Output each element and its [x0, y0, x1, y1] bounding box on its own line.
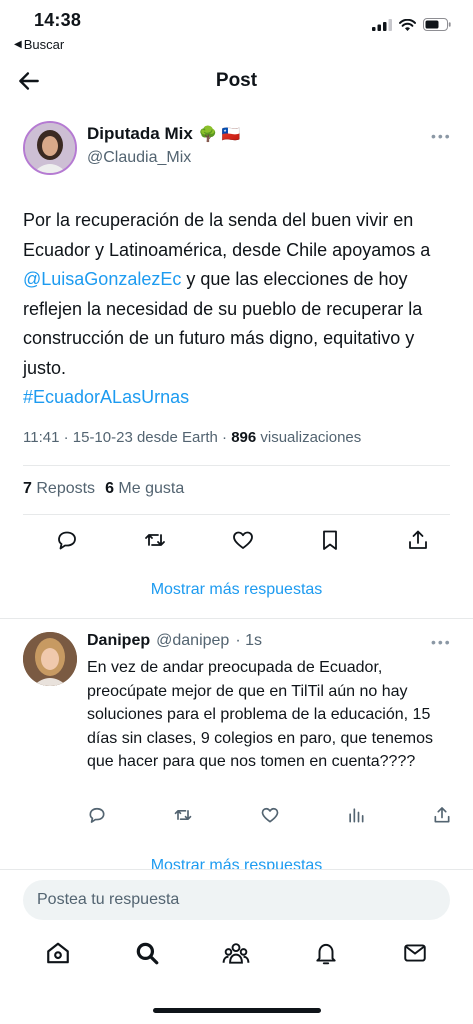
messages-icon[interactable] [402, 940, 428, 966]
home-indicator [153, 1008, 321, 1013]
bookmark-icon[interactable] [318, 528, 342, 552]
views-count: 896 [231, 429, 257, 446]
reply-more-options-icon[interactable]: ••• [431, 634, 452, 650]
reposts-label: Reposts [36, 480, 96, 497]
repost-icon[interactable] [143, 528, 167, 552]
battery-icon [423, 18, 451, 31]
reply-header: Danipep @danipep · 1s [87, 632, 262, 650]
divider [23, 465, 450, 466]
post-text-part1: Por la recuperación de la senda del buen… [23, 210, 431, 260]
reply-views-icon[interactable] [346, 805, 366, 825]
divider [23, 514, 450, 515]
hashtag-link[interactable]: #EcuadorALasUrnas [23, 387, 189, 407]
likes-count: 6 [105, 480, 114, 497]
notifications-icon[interactable] [313, 940, 339, 966]
likes-stat[interactable]: 6 Me gusta [105, 480, 184, 498]
show-more-replies-link-2[interactable]: Mostrar más respuestas [0, 857, 473, 869]
page-title: Post [215, 70, 258, 91]
share-icon[interactable] [406, 528, 430, 552]
post-text: Por la recuperación de la senda del buen… [23, 206, 453, 413]
reply-text: En vez de andar preocupada de Ecuador, p… [87, 659, 433, 771]
reply-avatar-image [23, 632, 77, 686]
communities-icon[interactable] [222, 940, 250, 966]
reply-repost-icon[interactable] [173, 805, 193, 825]
cellular-signal-icon [372, 18, 392, 31]
section-separator [0, 618, 473, 619]
bottom-tab-bar [0, 940, 473, 966]
author-avatar-image [25, 123, 75, 173]
reply-share-icon[interactable] [432, 805, 452, 825]
author-name: Diputada Mix [87, 124, 193, 143]
post-actions [23, 528, 450, 552]
reply-like-icon[interactable] [260, 805, 280, 825]
views-label: visualizaciones [256, 429, 362, 446]
like-icon[interactable] [231, 528, 255, 552]
home-icon[interactable] [45, 940, 71, 966]
back-to-search-label: Buscar [23, 37, 65, 52]
author-handle[interactable]: @Claudia_Mix [87, 149, 191, 167]
author-name-row[interactable]: Diputada Mix 🌳 🇨🇱 [87, 124, 240, 144]
author-avatar[interactable] [23, 121, 77, 175]
back-to-search-link[interactable]: ◀ Buscar [14, 37, 64, 52]
reply-comment-icon[interactable] [87, 805, 107, 825]
post-timestamp: 11:41 · 15-10-23 desde Earth · [23, 429, 232, 446]
composer-separator [0, 869, 473, 870]
author-emojis: 🌳 🇨🇱 [198, 126, 241, 143]
back-triangle-icon: ◀ [14, 39, 22, 50]
reply-author-avatar[interactable] [23, 632, 77, 686]
show-more-replies-label-2: Mostrar más respuestas [150, 857, 323, 869]
mention-link[interactable]: @LuisaGonzalezEc [23, 269, 181, 289]
reply-composer-input[interactable]: Postea tu respuesta [23, 880, 450, 920]
status-time: 14:38 [34, 10, 82, 30]
status-icons [372, 18, 451, 31]
search-icon[interactable] [134, 940, 160, 966]
more-options-icon[interactable]: ••• [431, 128, 452, 144]
show-more-replies-link[interactable]: Mostrar más respuestas [0, 581, 473, 599]
reposts-stat[interactable]: 7 Reposts [23, 480, 95, 498]
reply-actions [87, 805, 452, 825]
reply-author-name[interactable]: Danipep [87, 632, 150, 650]
reply-composer-placeholder: Postea tu respuesta [37, 891, 180, 908]
reply-author-handle[interactable]: @danipep [156, 632, 229, 650]
reposts-count: 7 [23, 480, 32, 497]
post-stats: 7 Reposts 6 Me gusta [23, 480, 184, 498]
post-metadata: 11:41 · 15-10-23 desde Earth · 896 visua… [23, 429, 361, 446]
reply-icon[interactable] [55, 528, 79, 552]
reply-time: · 1s [235, 632, 262, 649]
wifi-icon [399, 18, 416, 31]
likes-label: Me gusta [118, 480, 185, 497]
